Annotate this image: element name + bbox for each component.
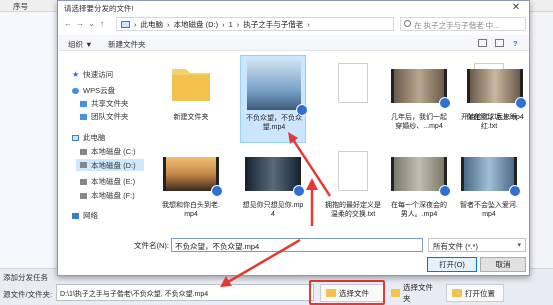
file-item-doc[interactable]: 拥抱的最好定义是温柔的交换.txt: [320, 143, 386, 231]
filename-input[interactable]: 不负众望，不负众望.mp4: [171, 238, 423, 252]
network-icon: [72, 212, 79, 219]
address-row: ← → ⌄ ↑ › 此电脑 › 本地磁盘 (D:) › 1 › 执子之手与子偕老…: [58, 15, 529, 33]
open-location-label: 打开位置: [465, 288, 495, 298]
folder-icon: [452, 289, 462, 297]
video-thumbnail: [247, 60, 308, 116]
drive-icon: [80, 162, 87, 168]
video-thumbnail: [391, 69, 451, 109]
breadcrumb-item[interactable]: 此电脑: [141, 19, 164, 30]
file-open-dialog: 请选择要分发的文件! ✕ ← → ⌄ ↑ › 此电脑 › 本地磁盘 (D:) ›…: [57, 0, 530, 276]
source-path-field[interactable]: D:\1\执子之手与子偕老\不负众望, 不负众望.mp4: [56, 284, 314, 301]
play-badge-icon: [515, 97, 527, 109]
folder-icon: [170, 63, 212, 103]
nav-item-shared-folder[interactable]: 共享文件夹: [80, 98, 129, 109]
nav-item-drive-e[interactable]: 本地磁盘 (E:): [80, 176, 135, 187]
file-name: 智者不会坠入爱河.mp4: [460, 202, 518, 218]
nav-item-wps-cloud[interactable]: WPS云盘: [72, 85, 115, 96]
navigation-pane: ★ 快速访问 WPS云盘 共享文件夹 团队文件夹 此电脑 本地磁盘 (C:) 本…: [58, 53, 144, 233]
file-type-select[interactable]: 所有文件 (*.*) ▾: [428, 238, 526, 252]
file-name: 你在篮球场上.mp4: [466, 114, 524, 121]
play-badge-icon: [439, 185, 451, 197]
file-name: 不负众望，不负众望.mp4: [246, 115, 302, 131]
file-item-video[interactable]: 几年后，我们一起穿婚纱、...mp4: [386, 55, 452, 143]
video-thumbnail: [245, 157, 305, 197]
nav-item-network[interactable]: 网络: [72, 210, 98, 221]
back-icon[interactable]: ←: [64, 19, 72, 28]
file-item-video[interactable]: 在每一个深夜会的男人。.mp4: [386, 143, 452, 231]
video-thumbnail: [461, 157, 521, 197]
file-item-video[interactable]: 我想和你白头到老.mp4: [158, 143, 224, 231]
file-item-doc[interactable]: [320, 55, 386, 143]
file-name: 在每一个深夜会的男人。.mp4: [391, 202, 447, 218]
search-icon: [404, 20, 411, 27]
forward-icon[interactable]: →: [76, 19, 84, 28]
breadcrumb-item[interactable]: 1: [229, 20, 233, 29]
select-folder-button[interactable]: 选择文件夹: [386, 283, 442, 303]
open-location-button[interactable]: 打开位置: [446, 284, 504, 302]
play-badge-icon: [439, 97, 451, 109]
file-item-video[interactable]: 想见你只想见你.mp4: [240, 143, 306, 231]
open-button[interactable]: 打开(O): [427, 257, 477, 272]
file-name: 我想和你白头到老.mp4: [162, 202, 220, 218]
up-icon[interactable]: ↑: [100, 19, 104, 28]
nav-item-this-pc[interactable]: 此电脑: [72, 132, 106, 143]
source-label: 源文件/文件夹:: [3, 290, 53, 299]
text-file-icon: [338, 151, 368, 191]
file-name: 想见你只想见你.mp4: [242, 202, 304, 218]
file-item-folder[interactable]: 新建文件夹: [158, 55, 224, 143]
chevron-down-icon: ▾: [517, 242, 521, 249]
dialog-titlebar: 请选择要分发的文件! ✕: [58, 1, 529, 15]
team-folder-icon: [80, 113, 87, 120]
file-item-video[interactable]: 你在篮球场上.mp4: [462, 55, 528, 143]
play-badge-icon: [509, 185, 521, 197]
organize-menu[interactable]: 组织 ▼: [68, 39, 93, 50]
file-name: 几年后，我们一起穿婚纱、...mp4: [391, 114, 447, 130]
play-badge-icon: [211, 185, 223, 197]
filename-label: 文件名(N):: [134, 241, 169, 250]
host-left-panel: [0, 12, 56, 268]
drive-icon: [80, 148, 87, 155]
filename-row: 文件名(N): 不负众望，不负众望.mp4 所有文件 (*.*) ▾: [58, 235, 529, 255]
add-task-label: 添加分发任务: [3, 273, 48, 282]
folder-icon: [391, 289, 401, 297]
column-header-index: 序号: [13, 2, 28, 11]
cancel-button[interactable]: 取消: [480, 257, 526, 272]
text-file-icon: [338, 63, 368, 103]
preview-pane-icon[interactable]: [495, 39, 504, 47]
play-badge-icon: [293, 185, 305, 197]
computer-icon: [72, 134, 79, 141]
file-item-video[interactable]: 智者不会坠入爱河.mp4: [456, 143, 522, 231]
file-name: 新建文件夹: [173, 114, 209, 121]
cloud-icon: [72, 87, 79, 94]
nav-item-drive-f[interactable]: 本地磁盘 (F:): [80, 190, 135, 201]
drive-icon: [80, 178, 87, 185]
share-folder-icon: [80, 100, 87, 107]
chevron-down-icon[interactable]: ⌄: [88, 19, 95, 28]
file-item-video-selected[interactable]: 不负众望，不负众望.mp4: [240, 55, 308, 143]
nav-item-quick-access[interactable]: ★ 快速访问: [72, 69, 113, 80]
search-input[interactable]: 在 执子之手与子偕老 中...: [400, 17, 526, 31]
nav-item-drive-d[interactable]: 本地磁盘 (D:): [76, 159, 144, 171]
host-right-panel: [530, 12, 553, 268]
new-folder-button[interactable]: 新建文件夹: [108, 39, 146, 50]
close-icon[interactable]: ✕: [503, 1, 529, 15]
computer-icon: [121, 20, 130, 28]
help-icon[interactable]: ?: [513, 39, 518, 48]
drive-icon: [80, 192, 87, 199]
select-folder-label: 选择文件夹: [403, 283, 434, 303]
video-thumbnail: [163, 157, 223, 197]
nav-item-drive-c[interactable]: 本地磁盘 (C:): [80, 146, 136, 157]
star-icon: ★: [72, 70, 80, 79]
highlight-box: [309, 280, 385, 305]
address-bar[interactable]: › 此电脑 › 本地磁盘 (D:) › 1 › 执子之手与子偕老 ›: [116, 17, 394, 31]
file-name: 拥抱的最好定义是温柔的交换.txt: [325, 202, 381, 218]
video-thumbnail: [467, 69, 527, 109]
view-options-icon[interactable]: [478, 39, 487, 47]
dialog-title: 请选择要分发的文件!: [64, 4, 134, 13]
breadcrumb-item[interactable]: 执子之手与子偕老: [243, 19, 303, 30]
breadcrumb-item[interactable]: 本地磁盘 (D:): [174, 19, 219, 30]
nav-item-team-folder[interactable]: 团队文件夹: [80, 111, 129, 122]
video-thumbnail: [391, 157, 451, 197]
dialog-toolbar: 组织 ▼ 新建文件夹 ?: [58, 35, 529, 51]
